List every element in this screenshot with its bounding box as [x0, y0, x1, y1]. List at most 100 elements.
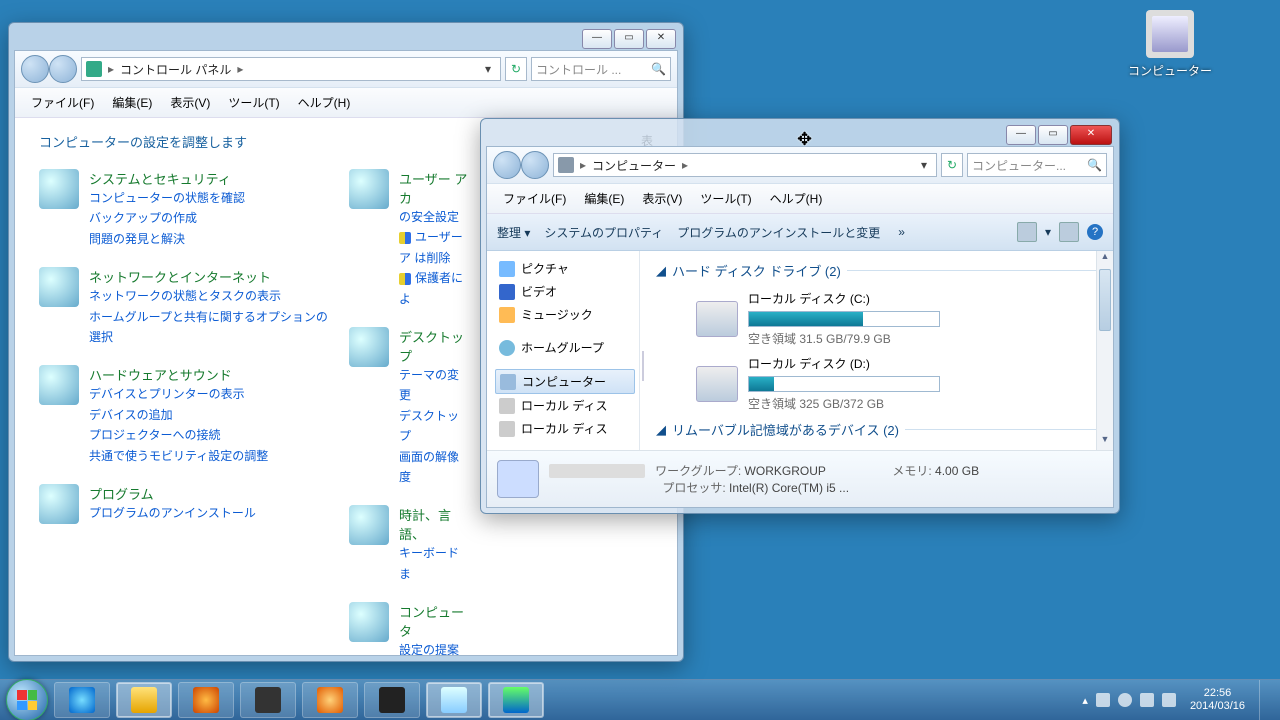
refresh-button[interactable]: ↻	[505, 57, 527, 81]
toolbar-overflow[interactable]: »	[898, 225, 905, 239]
close-button[interactable]: ✕	[646, 29, 676, 49]
tray-volume-icon[interactable]	[1162, 693, 1176, 707]
category-link[interactable]: ネットワークの状態とタスクの表示	[89, 286, 329, 306]
desktop-computer-icon[interactable]: コンピューター	[1120, 10, 1220, 79]
refresh-button[interactable]: ↻	[941, 153, 963, 177]
nav-drive-c[interactable]: ローカル ディス	[495, 394, 635, 417]
preview-pane-icon[interactable]	[1059, 222, 1079, 242]
group-removable[interactable]: ◢ リムーバブル記憶域があるデバイス (2)	[656, 420, 1103, 439]
category-link[interactable]: キーボードま	[399, 543, 469, 584]
maximize-button[interactable]: ▭	[614, 29, 644, 49]
category-title[interactable]: ハードウェアとサウンド	[89, 365, 268, 384]
nav-computer[interactable]: コンピューター	[495, 369, 635, 394]
chevron-down-icon[interactable]: ▾	[1045, 225, 1051, 239]
category-link[interactable]: 保護者によ	[399, 268, 469, 309]
category-link[interactable]: デスクトップ	[399, 406, 469, 447]
minimize-button[interactable]: —	[1006, 125, 1036, 145]
category-link[interactable]: デバイスの追加	[89, 405, 268, 425]
address-bar[interactable]: ▸ コントロール パネル ▸ ▾	[81, 57, 501, 81]
tray-network-icon[interactable]	[1140, 693, 1154, 707]
menu-tools[interactable]: ツール(T)	[220, 92, 287, 113]
tray-icon[interactable]	[1118, 693, 1132, 707]
taskbar-clock[interactable]: 22:56 2014/03/16	[1190, 687, 1245, 713]
back-button[interactable]	[493, 151, 521, 179]
search-box[interactable]: コントロール ... 🔍	[531, 57, 671, 81]
address-dropdown[interactable]: ▾	[480, 62, 496, 76]
taskbar-explorer[interactable]	[116, 682, 172, 718]
menu-file[interactable]: ファイル(F)	[495, 188, 574, 209]
group-hdd[interactable]: ◢ ハード ディスク ドライブ (2)	[656, 261, 1103, 280]
category-link[interactable]: の安全設定	[399, 207, 469, 227]
menu-view[interactable]: 表示(V)	[634, 188, 690, 209]
nav-row: ▸ コントロール パネル ▸ ▾ ↻ コントロール ... 🔍	[15, 51, 677, 88]
taskbar-app-2[interactable]	[364, 682, 420, 718]
category-link[interactable]: ホームグループと共有に関するオプションの選択	[89, 307, 329, 348]
cp-heading: コンピューターの設定を調整します	[39, 132, 247, 151]
category-link[interactable]: プログラムのアンインストール	[89, 503, 256, 523]
drive-d[interactable]: ローカル ディスク (D:) 空き領域 325 GB/372 GB	[696, 355, 1103, 412]
taskbar-media-player[interactable]	[178, 682, 234, 718]
taskbar-ie[interactable]	[54, 682, 110, 718]
taskbar-firefox[interactable]	[302, 682, 358, 718]
taskbar-app-1[interactable]	[240, 682, 296, 718]
category-title[interactable]: プログラム	[89, 484, 256, 503]
category-link[interactable]: 共通で使うモビリティ設定の調整	[89, 446, 268, 466]
forward-button[interactable]	[521, 151, 549, 179]
forward-button[interactable]	[49, 55, 77, 83]
organize-button[interactable]: 整理 ▾	[497, 224, 530, 241]
menu-edit[interactable]: 編集(E)	[576, 188, 632, 209]
menu-help[interactable]: ヘルプ(H)	[290, 92, 359, 113]
menu-file[interactable]: ファイル(F)	[23, 92, 102, 113]
category-link[interactable]: コンピューターの状態を確認	[89, 188, 245, 208]
category-title[interactable]: デスクトップ	[399, 327, 469, 365]
category-link[interactable]: ユーザー ア は削除	[399, 227, 469, 268]
nav-drive-d[interactable]: ローカル ディス	[495, 417, 635, 440]
menu-help[interactable]: ヘルプ(H)	[762, 188, 831, 209]
back-button[interactable]	[21, 55, 49, 83]
category-icon	[39, 365, 79, 405]
maximize-button[interactable]: ▭	[1038, 125, 1068, 145]
search-icon: 🔍	[651, 62, 666, 76]
category-title[interactable]: ユーザー アカ	[399, 169, 469, 207]
menu-tools[interactable]: ツール(T)	[692, 188, 759, 209]
drive-c[interactable]: ローカル ディスク (C:) 空き領域 31.5 GB/79.9 GB	[696, 290, 1103, 347]
tray-flag-icon[interactable]	[1096, 693, 1110, 707]
category-link[interactable]: 画面の解像度	[399, 447, 469, 488]
search-box[interactable]: コンピューター... 🔍	[967, 153, 1107, 177]
category-link[interactable]: バックアップの作成	[89, 208, 245, 228]
category-link[interactable]: テーマの変更	[399, 365, 469, 406]
system-properties-button[interactable]: システムのプロパティ	[544, 224, 663, 241]
close-button[interactable]: ✕	[1070, 125, 1112, 145]
minimize-button[interactable]: —	[582, 29, 612, 49]
titlebar[interactable]: — ▭ ✕	[14, 28, 678, 50]
uninstall-programs-button[interactable]: プログラムのアンインストールと変更	[677, 224, 880, 241]
taskbar-notepad[interactable]	[426, 682, 482, 718]
category-link[interactable]: 問題の発見と解決	[89, 229, 245, 249]
view-options-icon[interactable]	[1017, 222, 1037, 242]
nav-homegroup[interactable]: ホームグループ	[495, 336, 635, 359]
category-link[interactable]: プロジェクターへの接続	[89, 425, 268, 445]
category-link[interactable]: デバイスとプリンターの表示	[89, 384, 268, 404]
show-desktop-button[interactable]	[1259, 680, 1274, 720]
category-title[interactable]: コンピュータ	[399, 602, 469, 640]
category-link[interactable]: 設定の提案の	[399, 640, 469, 655]
move-cursor-icon: ✥	[797, 129, 812, 150]
help-icon[interactable]: ?	[1087, 224, 1103, 240]
menu-view[interactable]: 表示(V)	[162, 92, 218, 113]
category-title[interactable]: 時計、言語、	[399, 505, 469, 543]
category-title[interactable]: システムとセキュリティ	[89, 169, 245, 188]
scroll-up-icon[interactable]: ▲	[1097, 251, 1113, 267]
scroll-down-icon[interactable]: ▼	[1097, 434, 1113, 450]
nav-videos[interactable]: ビデオ	[495, 280, 635, 303]
category-title[interactable]: ネットワークとインターネット	[89, 267, 329, 286]
scroll-thumb[interactable]	[1099, 269, 1111, 331]
address-bar[interactable]: ▸ コンピューター ▸ ▾	[553, 153, 937, 177]
tray-overflow-icon[interactable]: ▴	[1082, 694, 1088, 707]
nav-pictures[interactable]: ピクチャ	[495, 257, 635, 280]
vertical-scrollbar[interactable]: ▲ ▼	[1096, 251, 1113, 450]
address-dropdown[interactable]: ▾	[916, 158, 932, 172]
nav-music[interactable]: ミュージック	[495, 303, 635, 326]
taskbar-control-panel[interactable]	[488, 682, 544, 718]
menu-edit[interactable]: 編集(E)	[104, 92, 160, 113]
start-button[interactable]	[6, 679, 48, 720]
